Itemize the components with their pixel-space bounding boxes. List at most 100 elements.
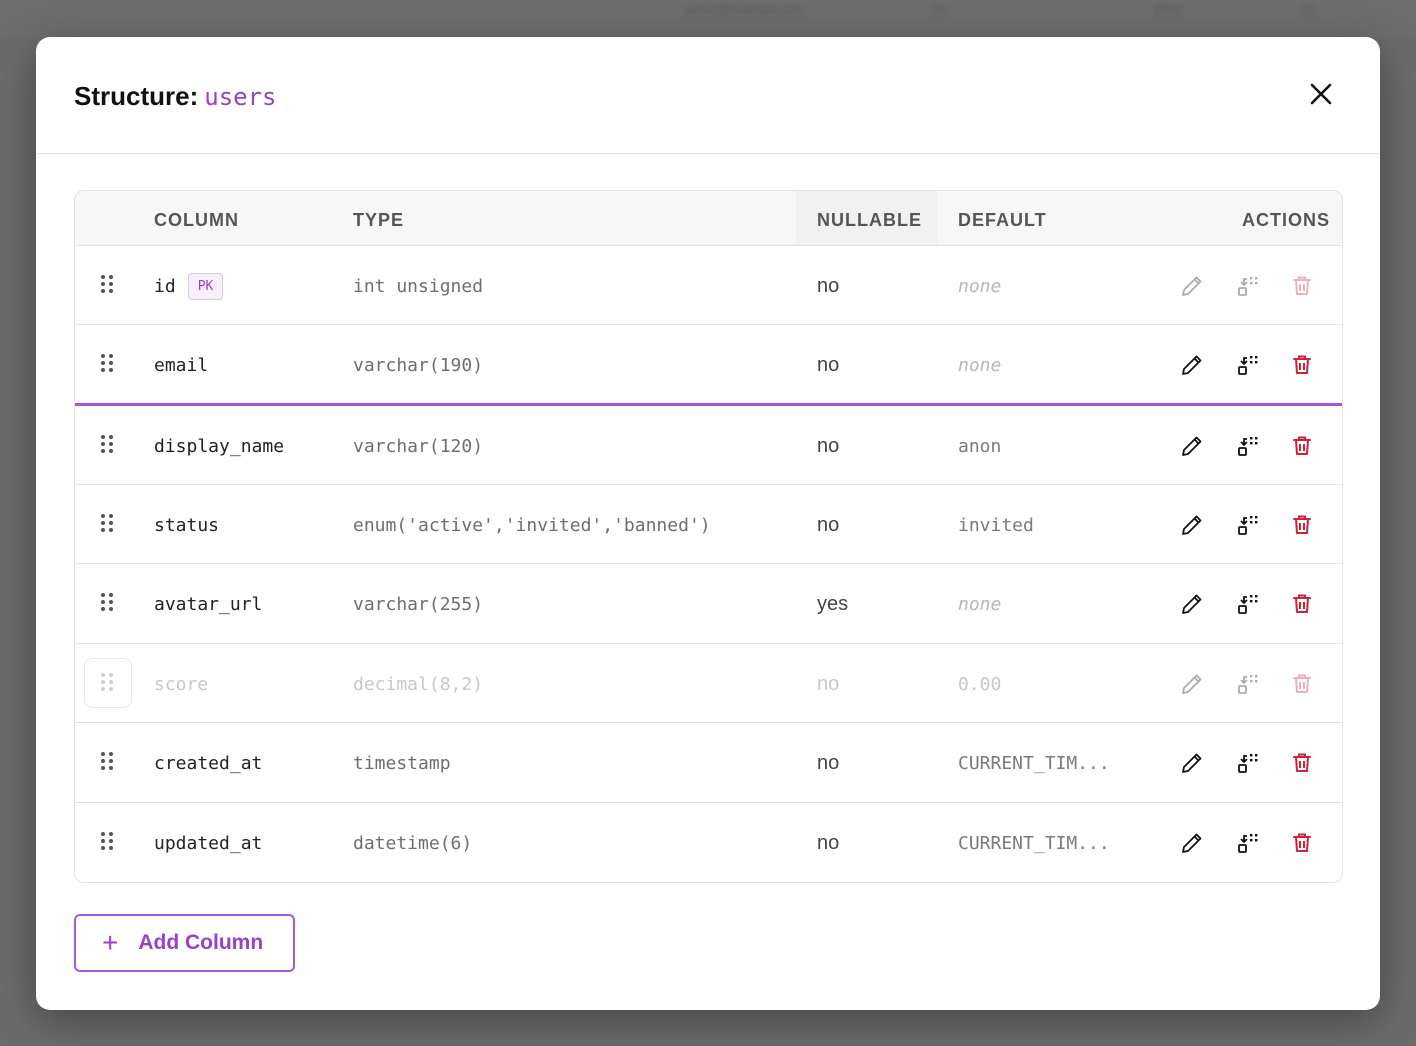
split-icon <box>1235 591 1261 617</box>
modal-title-prefix: Structure: <box>74 81 199 111</box>
column-type: int unsigned <box>353 275 484 297</box>
drag-handle[interactable] <box>101 246 119 326</box>
drag-handle[interactable] <box>101 723 119 803</box>
column-default: 0.00 <box>958 673 1002 695</box>
table-row[interactable]: score decimal(8,2) no 0.00 <box>75 643 1342 724</box>
column-name: updated_at <box>154 832 263 854</box>
move-column-button[interactable] <box>1235 803 1261 882</box>
split-icon <box>1235 273 1261 299</box>
delete-column-button[interactable] <box>1289 246 1315 326</box>
grip-icon <box>101 274 113 298</box>
table-row[interactable]: email varchar(190) no none <box>75 324 1342 405</box>
delete-column-button[interactable] <box>1289 485 1315 565</box>
pencil-icon <box>1179 591 1205 617</box>
edit-column-button[interactable] <box>1179 564 1205 644</box>
column-name-cell: email <box>154 325 208 405</box>
column-default: none <box>958 275 1002 297</box>
pencil-icon <box>1179 750 1205 776</box>
column-nullable: no <box>817 434 840 457</box>
table-row[interactable]: updated_at datetime(6) no CURRENT_TIM... <box>75 802 1342 882</box>
edit-column-button[interactable] <box>1179 246 1205 326</box>
move-column-button[interactable] <box>1235 246 1261 326</box>
edit-column-button[interactable] <box>1179 644 1205 724</box>
trash-icon <box>1289 512 1315 538</box>
split-icon <box>1235 750 1261 776</box>
table-row[interactable]: status enum('active','invited','banned') n… <box>75 484 1342 565</box>
trash-icon <box>1289 671 1315 697</box>
trash-icon <box>1289 591 1315 617</box>
delete-column-button[interactable] <box>1289 723 1315 803</box>
table-row[interactable]: avatar_url varchar(255) yes none <box>75 563 1342 644</box>
column-name: avatar_url <box>154 593 263 615</box>
move-column-button[interactable] <box>1235 644 1261 724</box>
column-name-cell: updated_at <box>154 803 263 882</box>
edit-column-button[interactable] <box>1179 485 1205 565</box>
backdrop-email: jamie@example.com <box>684 2 806 17</box>
delete-column-button[interactable] <box>1289 803 1315 882</box>
edit-column-button[interactable] <box>1179 803 1205 882</box>
table-row[interactable]: display_name varchar(120) no anon <box>75 403 1342 486</box>
grip-icon <box>101 592 113 616</box>
move-column-button[interactable] <box>1235 723 1261 803</box>
drag-handle[interactable] <box>101 485 119 565</box>
header-actions: ACTIONS <box>1242 210 1330 230</box>
column-name: status <box>154 514 220 536</box>
column-name-cell: status <box>154 485 219 565</box>
split-icon <box>1235 352 1261 378</box>
drag-handle[interactable] <box>101 803 119 882</box>
split-icon <box>1235 830 1261 856</box>
column-nullable: no <box>817 831 840 854</box>
column-name-cell: created_at <box>154 723 262 803</box>
delete-column-button[interactable] <box>1289 406 1315 486</box>
column-type: varchar(120) <box>353 435 484 457</box>
trash-icon <box>1289 273 1315 299</box>
structure-table: COLUMN TYPE NULLABLE DEFAULT ACTIONS id P… <box>74 190 1343 883</box>
column-type: decimal(8,2) <box>353 673 484 695</box>
column-default: none <box>958 593 1002 615</box>
grip-icon <box>101 672 113 696</box>
column-name: email <box>154 354 209 376</box>
edit-column-button[interactable] <box>1179 406 1205 486</box>
move-column-button[interactable] <box>1235 406 1261 486</box>
drag-handle[interactable] <box>101 406 119 486</box>
backdrop-count: 42 <box>1300 2 1315 17</box>
split-icon <box>1235 671 1261 697</box>
header-nullable: NULLABLE <box>817 210 922 230</box>
modal-header: Structure: users <box>36 37 1380 154</box>
column-default: invited <box>958 514 1034 536</box>
edit-column-button[interactable] <box>1179 325 1205 405</box>
drag-handle[interactable] <box>101 644 119 724</box>
delete-column-button[interactable] <box>1289 644 1315 724</box>
modal-title: Structure: users <box>74 81 277 112</box>
header-column: COLUMN <box>154 210 239 230</box>
drag-handle[interactable] <box>101 564 119 644</box>
delete-column-button[interactable] <box>1289 325 1315 405</box>
column-default: CURRENT_TIM... <box>958 832 1110 854</box>
column-name-cell: display_name <box>154 406 284 486</box>
grip-icon <box>101 434 113 458</box>
column-name-cell: score <box>154 644 208 724</box>
pencil-icon <box>1179 273 1205 299</box>
move-column-button[interactable] <box>1235 485 1261 565</box>
drag-handle[interactable] <box>101 325 119 405</box>
column-nullable: yes <box>817 592 849 615</box>
table-row[interactable]: created_at timestamp no CURRENT_TIM... <box>75 722 1342 803</box>
move-column-button[interactable] <box>1235 325 1261 405</box>
table-row[interactable]: id PK int unsigned no none <box>75 245 1342 326</box>
close-button[interactable] <box>1306 79 1336 109</box>
column-name: id <box>154 275 176 297</box>
trash-icon <box>1289 433 1315 459</box>
column-type: varchar(255) <box>353 593 484 615</box>
edit-column-button[interactable] <box>1179 723 1205 803</box>
delete-column-button[interactable] <box>1289 564 1315 644</box>
column-name-cell: id PK <box>154 246 224 326</box>
pencil-icon <box>1179 352 1205 378</box>
split-icon <box>1235 512 1261 538</box>
table-name: users <box>204 83 277 111</box>
move-column-button[interactable] <box>1235 564 1261 644</box>
column-default: CURRENT_TIM... <box>958 752 1110 774</box>
close-icon <box>1310 83 1332 105</box>
trash-icon <box>1289 352 1315 378</box>
backdrop-amount: $500 <box>1154 2 1183 17</box>
add-column-button[interactable]: + Add Column <box>74 914 295 972</box>
